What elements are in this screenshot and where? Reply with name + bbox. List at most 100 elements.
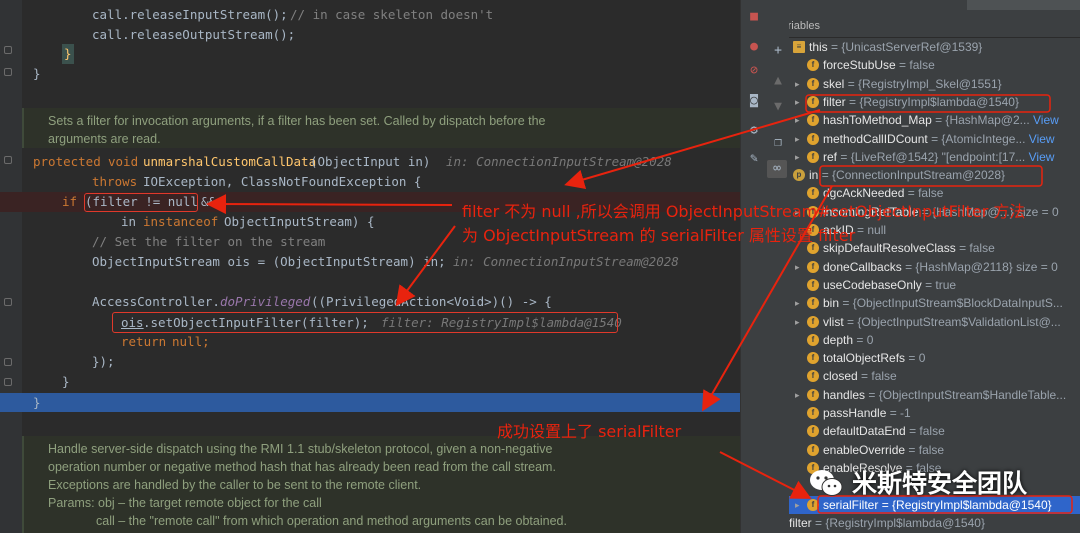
field-icon: f [807, 443, 819, 456]
field-icon: f [807, 297, 819, 310]
code-line: call.releaseInputStream(); // in case sk… [0, 5, 740, 25]
variable-row[interactable]: ▸ f vlist = {ObjectInputStream$ValidationL… [789, 313, 1080, 331]
copy-icon[interactable]: ❐ [769, 134, 787, 152]
variable-name: defaultDataEnd [823, 424, 906, 439]
chevron-right-icon[interactable]: ▸ [795, 93, 805, 111]
move-up-icon[interactable]: ▲ [769, 72, 787, 90]
variable-row[interactable]: ▸ f hashToMethod_Map = {HashMap@2... View [789, 111, 1080, 129]
variable-text: filter = {RegistryImpl$lambda@1540} [789, 514, 985, 532]
field-icon: f [807, 95, 819, 108]
variable-name: methodCallIDCount [823, 131, 928, 146]
variable-value: = {HashMap@2118} size = 0 [905, 259, 1058, 274]
code-text: IOException, ClassNotFoundException { [143, 174, 422, 189]
highlight-box [84, 193, 198, 212]
variable-value: = false [899, 58, 935, 73]
watermark-text: 米斯特安全团队 [852, 469, 1028, 498]
variable-name: filter [823, 94, 846, 109]
chevron-right-icon[interactable]: ▸ [795, 148, 805, 166]
view-link[interactable]: View [1029, 132, 1055, 146]
chevron-right-icon[interactable]: ▸ [795, 496, 805, 514]
javadoc-line: call – the "remote call" from which oper… [96, 514, 567, 528]
field-icon: f [807, 370, 819, 383]
mute-breakpoints-icon[interactable]: ⊘ [745, 62, 763, 80]
keyword: void [108, 154, 139, 169]
pin-icon[interactable]: ✎ [745, 150, 763, 168]
tab-strip[interactable] [967, 0, 1080, 10]
chevron-down-icon[interactable]: ▾ [789, 166, 791, 184]
javadoc-line: Exceptions are handled by the caller to … [48, 478, 422, 492]
variable-row[interactable]: ▸ f bin = {ObjectInputStream$BlockDataInpu… [789, 294, 1080, 312]
javadoc-line: arguments are read. [48, 132, 161, 146]
field-icon: f [807, 425, 819, 438]
chevron-right-icon[interactable]: ▸ [795, 111, 805, 129]
variable-value: = false [959, 241, 995, 256]
variable-name: dgcAckNeeded [823, 186, 905, 201]
field-icon: f [807, 315, 819, 328]
variable-row[interactable]: f defaultDataEnd = false [789, 422, 1080, 440]
variable-text: handles = {ObjectInputStream$HandleTable… [823, 386, 1066, 404]
variable-text: closed = false [823, 367, 897, 385]
variable-name: bin [823, 296, 840, 311]
field-icon: f [807, 333, 819, 346]
code-line: } [0, 64, 740, 84]
variable-row[interactable]: f totalObjectRefs = 0 [789, 349, 1080, 367]
variable-row[interactable]: f passHandle = -1 [789, 404, 1080, 422]
variable-value: = false [861, 369, 897, 384]
chevron-down-icon[interactable]: ▾ [789, 38, 791, 56]
field-icon: f [807, 187, 819, 200]
variable-row[interactable]: f enableOverride = false [789, 441, 1080, 459]
highlight-box [112, 312, 618, 333]
debug-toolbar: ■ ● ⊘ ◙ ⚙ ✎ [741, 0, 767, 533]
variable-row[interactable]: ▸ f methodCallIDCount = {AtomicIntege... V… [789, 130, 1080, 148]
field-icon: f [807, 498, 819, 511]
javadoc-line: Params: obj – the target remote object f… [48, 496, 322, 510]
view-link[interactable]: View [1033, 113, 1059, 127]
code-text: } [33, 66, 41, 81]
variable-name: handles [823, 387, 866, 402]
chevron-right-icon[interactable]: ▸ [795, 386, 805, 404]
variable-row[interactable]: f closed = false [789, 367, 1080, 385]
variable-value: = {ObjectInputStream$HandleTable... [868, 387, 1067, 402]
code-comment: // in case skeleton doesn't [290, 7, 494, 22]
move-down-icon[interactable]: ▼ [769, 98, 787, 116]
keyword: throws [92, 174, 138, 189]
keyword: protected [33, 154, 101, 169]
code-line: AccessController. doPrivileged ((Privile… [0, 292, 740, 312]
variable-row[interactable]: ▸∞filter = {RegistryImpl$lambda@1540} [789, 514, 1080, 532]
variable-row[interactable]: ▸ f filter = {RegistryImpl$lambda@1540} [789, 93, 1080, 111]
variable-name: in [809, 168, 819, 183]
view-link[interactable]: View [1029, 150, 1055, 164]
chevron-right-icon[interactable]: ▸ [795, 258, 805, 276]
variable-name: ref [823, 149, 838, 164]
variable-row[interactable]: ▾pin = {ConnectionInputStream@2028} [789, 166, 1080, 184]
stop-icon[interactable]: ■ [745, 8, 763, 26]
variable-row[interactable]: ▾≡ this = {UnicastServerRef@1539} [789, 38, 1080, 56]
variable-text: in = {ConnectionInputStream@2028} [809, 166, 1005, 184]
variable-row[interactable]: f depth = 0 [789, 331, 1080, 349]
variable-row[interactable]: ▸ f skel = {RegistryImpl_Skel@1551} [789, 75, 1080, 93]
add-watch-icon[interactable]: + [769, 42, 787, 60]
variables-toolbar: + ▲ ▼ ❐ ∞ [767, 30, 789, 180]
variable-name: hashToMethod_Map [823, 113, 932, 128]
chevron-right-icon[interactable]: ▸ [795, 75, 805, 93]
infinity-icon[interactable]: ∞ [767, 160, 787, 178]
variable-name: doneCallbacks [823, 259, 902, 274]
chevron-right-icon[interactable]: ▸ [795, 294, 805, 312]
chevron-right-icon[interactable]: ▸ [795, 313, 805, 331]
variable-text: vlist = {ObjectInputStream$ValidationLis… [823, 313, 1061, 331]
chevron-right-icon[interactable]: ▸ [795, 130, 805, 148]
view-breakpoints-icon[interactable]: ● [745, 38, 763, 56]
code-line: call.releaseOutputStream(); [0, 25, 740, 45]
variable-row[interactable]: ▸ f ref = {LiveRef@1542} "[endpoint:[17...… [789, 148, 1080, 166]
camera-icon[interactable]: ◙ [745, 92, 763, 110]
variable-row[interactable]: ▸ f doneCallbacks = {HashMap@2118} size = … [789, 258, 1080, 276]
method-call: doPrivileged [220, 294, 311, 309]
settings-icon[interactable]: ⚙ [745, 122, 763, 140]
code-editor[interactable]: call.releaseInputStream(); // in case sk… [0, 0, 740, 533]
variable-row[interactable]: f forceStubUse = false [789, 56, 1080, 74]
matched-brace: } [62, 44, 74, 64]
variable-text: filter = {RegistryImpl$lambda@1540} [823, 93, 1019, 111]
variable-row[interactable]: ▸ f handles = {ObjectInputStream$HandleTab… [789, 386, 1080, 404]
debugger-pane: ■ ● ⊘ ◙ ⚙ ✎ + ▲ ▼ ❐ ∞ Variables ▾≡this =… [740, 0, 1080, 533]
variable-row[interactable]: f useCodebaseOnly = true [789, 276, 1080, 294]
